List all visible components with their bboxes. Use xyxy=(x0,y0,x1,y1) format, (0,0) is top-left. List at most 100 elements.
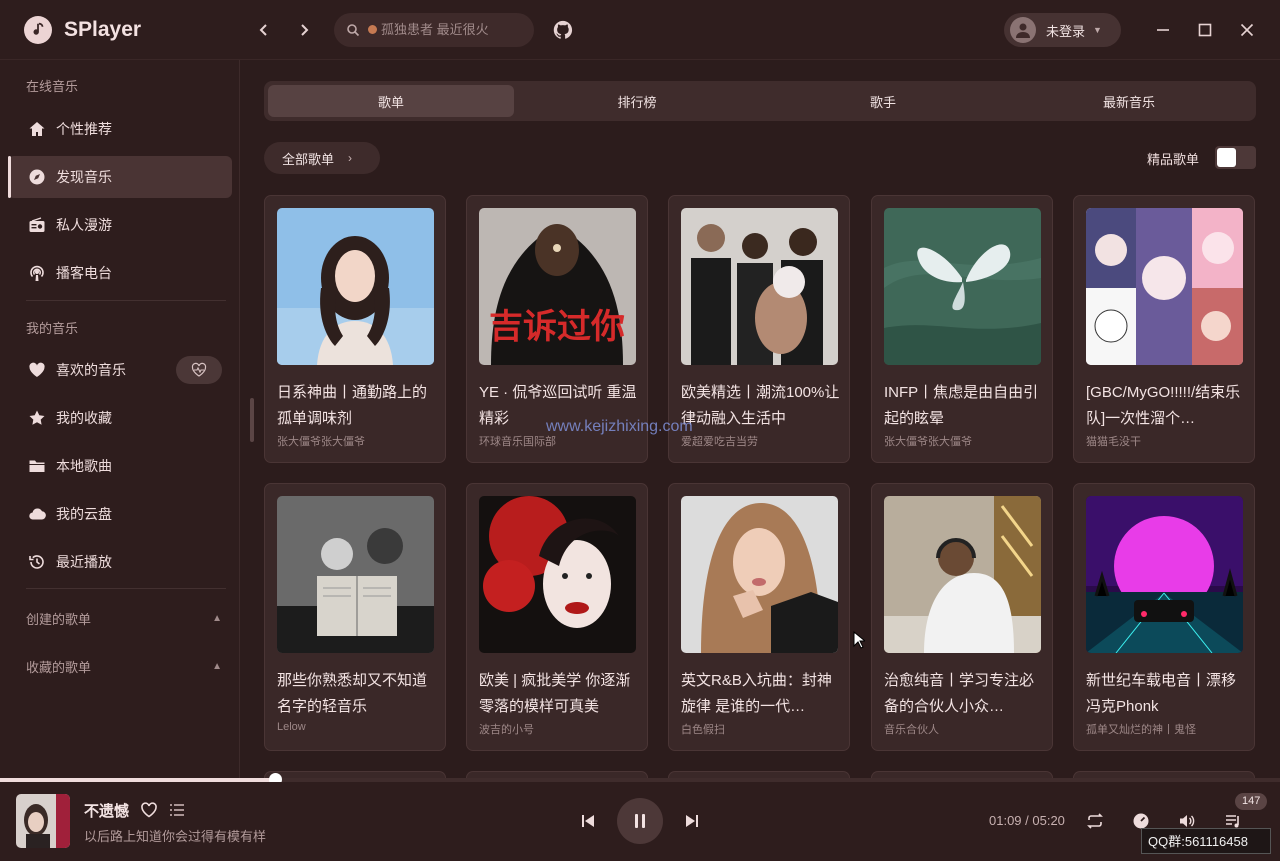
all-playlists-label: 全部歌单 xyxy=(282,151,335,167)
section-title-mine: 我的音乐 xyxy=(26,321,79,336)
pause-button[interactable] xyxy=(617,798,663,844)
playlist-card[interactable]: INFP丨焦虑是由自由引起的眩晕 张大僵爷张大僵爷 xyxy=(871,195,1053,463)
close-icon xyxy=(1240,23,1254,37)
skip-previous-icon xyxy=(582,815,594,827)
forward-button[interactable] xyxy=(284,10,324,50)
skip-next-icon xyxy=(686,815,698,827)
pause-icon xyxy=(635,814,645,828)
sidebar-item-label: 我的收藏 xyxy=(56,410,112,426)
chevron-left-icon xyxy=(259,23,267,36)
playlist-card[interactable]: 治愈纯音丨学习专注必备的合伙人小众… 音乐合伙人 xyxy=(871,483,1053,751)
playlist-cover xyxy=(681,496,838,653)
playlist-card[interactable]: 欧美精选丨潮流100%让律动融入生活中 爱超爱吃吉当劳 xyxy=(668,195,850,463)
queue-count-badge: 147 xyxy=(1235,793,1268,810)
sidebar-item-local[interactable]: 本地歌曲 xyxy=(8,445,232,487)
tab-new-music[interactable]: 最新音乐 xyxy=(1006,85,1252,117)
collected-playlists-toggle[interactable]: 收藏的歌单 ▲ xyxy=(26,657,222,676)
previous-button[interactable] xyxy=(578,811,598,831)
playlist-cover xyxy=(277,208,434,365)
playlist-card[interactable]: 那些你熟悉却又不知道名字的轻音乐 Lelow xyxy=(264,483,446,751)
mouse-cursor-icon xyxy=(853,631,865,649)
playlist-title: 欧美精选丨潮流100%让律动融入生活中 xyxy=(681,384,840,427)
tab-artists[interactable]: 歌手 xyxy=(760,85,1006,117)
watermark-text: www.kejizhixing.com xyxy=(546,418,693,435)
app-name: SPlayer xyxy=(64,17,142,41)
discover-tabs: 歌单 排行榜 歌手 最新音乐 xyxy=(264,81,1256,121)
playlist-author: 张大僵爷张大僵爷 xyxy=(277,436,365,448)
user-name: 未登录 xyxy=(1046,23,1086,39)
heart-outline-icon xyxy=(141,802,157,818)
add-to-playlist-button[interactable] xyxy=(167,800,187,820)
playlist-title: 欧美 | 疯批美学 你逐渐零落的模样可真美 xyxy=(479,672,631,715)
heartbeat-icon xyxy=(191,362,207,377)
hot-search-icon xyxy=(368,25,377,34)
player-bar: 不遗憾 以后路上知道你会过得有模有样 01:09 / 05:20 147 xyxy=(0,782,1280,861)
tab-playlists[interactable]: 歌单 xyxy=(268,85,514,117)
premium-toggle[interactable] xyxy=(1215,146,1256,169)
heart-mode-button[interactable] xyxy=(176,356,222,384)
playlist-author: 孤单又灿烂的神丨鬼怪 xyxy=(1086,724,1196,736)
user-icon xyxy=(1016,23,1030,38)
now-playing-cover[interactable] xyxy=(16,794,70,848)
playlist-cover xyxy=(1086,208,1243,365)
sidebar-item-cloud[interactable]: 我的云盘 xyxy=(8,493,232,535)
minimize-button[interactable] xyxy=(1151,18,1175,42)
repeat-button[interactable] xyxy=(1084,810,1106,832)
playlist-title: 日系神曲丨通勤路上的孤单调味剂 xyxy=(277,384,428,427)
user-menu[interactable]: 未登录 ▼ xyxy=(1004,13,1121,47)
playlist-title: 治愈纯音丨学习专注必备的合伙人小众… xyxy=(884,672,1035,715)
playlist-card[interactable]: 新世纪车载电音丨漂移冯克Phonk 孤单又灿烂的神丨鬼怪 xyxy=(1073,483,1255,751)
playlist-author: 音乐合伙人 xyxy=(884,724,939,736)
sidebar-item-recent[interactable]: 最近播放 xyxy=(8,541,232,583)
playlist-card[interactable]: 英文R&B入坑曲：封神旋律 是谁的一代… 白色假扫 xyxy=(668,483,850,751)
app-logo[interactable]: SPlayer xyxy=(24,15,244,44)
radio-icon xyxy=(29,217,45,232)
chevron-up-icon: ▲ xyxy=(212,613,222,624)
now-playing-title[interactable]: 不遗憾 xyxy=(84,800,129,821)
search-box[interactable] xyxy=(334,12,534,47)
maximize-icon xyxy=(1198,23,1212,37)
playlist-author: Lelow xyxy=(277,721,306,733)
all-playlists-button[interactable]: 全部歌单 › xyxy=(264,142,380,174)
chevron-right-icon xyxy=(301,23,309,36)
heart-icon xyxy=(29,362,45,377)
created-playlists-toggle[interactable]: 创建的歌单 ▲ xyxy=(26,609,222,628)
playlist-title: [GBC/MyGO!!!!!/结束乐队]一次性溜个… xyxy=(1086,384,1241,427)
star-icon xyxy=(29,410,45,425)
sidebar-item-recommend[interactable]: 个性推荐 xyxy=(8,108,232,150)
like-button[interactable] xyxy=(139,800,159,820)
playlist-card[interactable]: 日系神曲丨通勤路上的孤单调味剂 张大僵爷张大僵爷 xyxy=(264,195,446,463)
github-icon[interactable] xyxy=(552,19,574,41)
sidebar-item-discover[interactable]: 发现音乐 xyxy=(8,156,232,198)
back-button[interactable] xyxy=(244,10,284,50)
sidebar-item-label: 个性推荐 xyxy=(56,121,112,137)
close-button[interactable] xyxy=(1235,18,1259,42)
tab-charts[interactable]: 排行榜 xyxy=(514,85,760,117)
playlist-card[interactable]: 欧美 | 疯批美学 你逐渐零落的模样可真美 波吉的小号 xyxy=(466,483,648,751)
playlist-title: 英文R&B入坑曲：封神旋律 是谁的一代… xyxy=(681,672,832,715)
next-button[interactable] xyxy=(682,811,702,831)
sidebar-divider xyxy=(26,588,226,589)
sidebar-item-label: 本地歌曲 xyxy=(56,458,112,474)
sidebar-item-roaming[interactable]: 私人漫游 xyxy=(8,204,232,246)
music-note-icon xyxy=(24,15,52,44)
cloud-icon xyxy=(29,508,46,520)
premium-label: 精品歌单 xyxy=(1147,152,1200,167)
sidebar-item-label: 最近播放 xyxy=(56,554,112,570)
section-title-online: 在线音乐 xyxy=(26,79,79,94)
sidebar-item-collection[interactable]: 我的收藏 xyxy=(8,397,232,439)
sidebar-item-label: 我的云盘 xyxy=(56,506,112,522)
search-input[interactable] xyxy=(381,22,521,37)
maximize-button[interactable] xyxy=(1193,18,1217,42)
playlist-author: 爱超爱吃吉当劳 xyxy=(681,436,758,448)
compass-icon xyxy=(29,169,45,185)
sidebar-item-podcast[interactable]: 播客电台 xyxy=(8,252,232,294)
playlist-author: 白色假扫 xyxy=(681,724,725,736)
playlist-cover xyxy=(479,496,636,653)
list-icon xyxy=(170,804,184,816)
playlist-cover: 吉诉过你 xyxy=(479,208,636,365)
repeat-icon xyxy=(1087,813,1103,829)
sidebar-scrollbar[interactable] xyxy=(250,398,254,442)
playlist-author: 猫猫毛没干 xyxy=(1086,436,1141,448)
playlist-card[interactable]: [GBC/MyGO!!!!!/结束乐队]一次性溜个… 猫猫毛没干 xyxy=(1073,195,1255,463)
